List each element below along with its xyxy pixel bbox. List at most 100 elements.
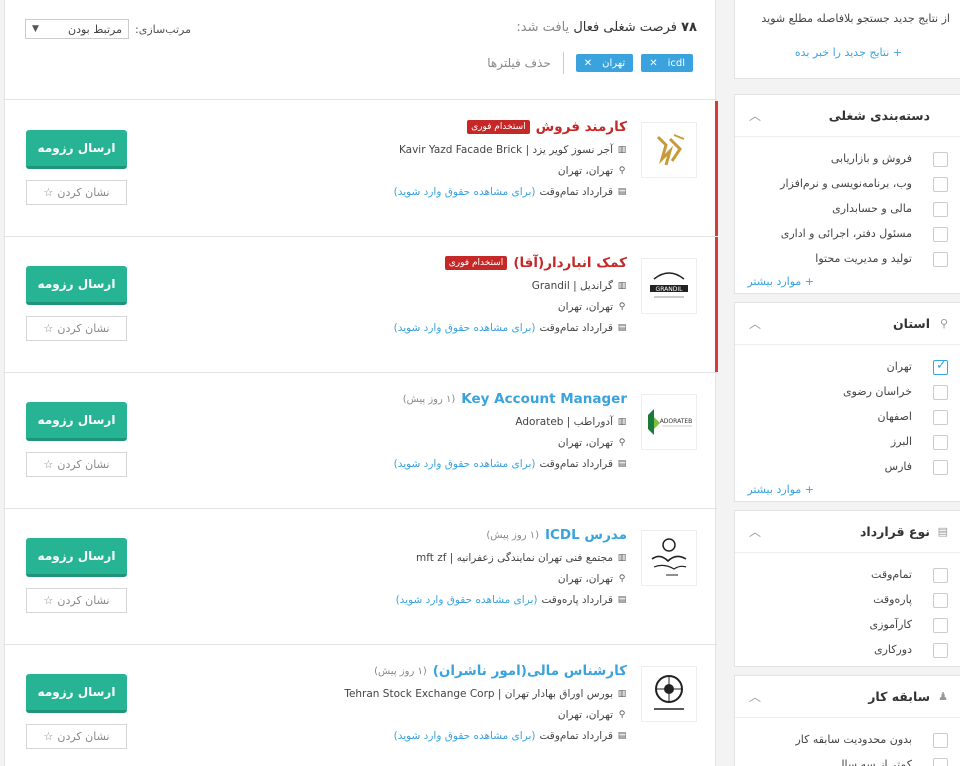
chevron-up-icon[interactable]: ︿	[749, 107, 761, 124]
user-icon: ♟	[938, 690, 948, 703]
option-label: مسئول دفتر، اجرائی و اداری	[780, 227, 912, 240]
category-option[interactable]: مالی و حسابداری	[735, 199, 960, 224]
job-card[interactable]: ADORATEB Key Account Manager (۱ روز پیش)…	[5, 373, 717, 509]
company-name[interactable]: گراندیل | Grandil	[532, 280, 613, 292]
contract-filter-header[interactable]: ▤ نوع قرارداد ︿	[735, 511, 960, 553]
bookmark-button[interactable]: نشان کردن ☆	[26, 588, 127, 613]
job-card[interactable]: کارمند فروش استخدام فوری ▥ آجر نسوز کویر …	[5, 101, 718, 237]
salary-login-link[interactable]: (برای مشاهده حقوق وارد شوید)	[394, 730, 536, 742]
checkbox[interactable]	[933, 568, 948, 583]
contract-icon: ▤	[617, 187, 627, 197]
checkbox[interactable]	[933, 227, 948, 242]
checkbox[interactable]	[933, 618, 948, 633]
company-name[interactable]: بورس اوراق بهادار تهران | Tehran Stock E…	[344, 688, 613, 700]
checkbox[interactable]	[933, 593, 948, 608]
job-title[interactable]: کارشناس مالی(امور ناشران)	[433, 663, 627, 679]
job-title[interactable]: مدرس ICDL	[545, 527, 627, 543]
province-filter-header[interactable]: ⚲ استان ︿	[735, 303, 960, 345]
company-logo[interactable]	[641, 122, 697, 178]
checkbox[interactable]	[933, 733, 948, 748]
job-alert-link[interactable]: + نتایج جدید را خبر بده	[795, 46, 902, 59]
checkbox[interactable]	[933, 410, 948, 425]
salary-login-link[interactable]: (برای مشاهده حقوق وارد شوید)	[394, 458, 536, 470]
company-name[interactable]: مجتمع فنی تهران نمایندگی زعفرانیه | mft …	[416, 552, 613, 564]
category-option[interactable]: وب، برنامه‌نویسی و نرم‌افزار	[735, 174, 960, 199]
star-icon: ☆	[43, 458, 54, 471]
contract-option[interactable]: دورکاری	[735, 640, 960, 665]
province-option[interactable]: تهران	[735, 357, 960, 382]
checkbox-checked[interactable]	[933, 358, 948, 375]
adorateb-logo-icon: ADORATEB	[648, 409, 692, 435]
checkbox[interactable]	[933, 202, 948, 217]
job-title[interactable]: کمک انباردار(آقا)	[513, 255, 627, 271]
filter-chip-icdl[interactable]: icdl ✕	[641, 54, 693, 72]
checkbox[interactable]	[933, 177, 948, 192]
option-label: البرز	[890, 435, 912, 448]
job-card[interactable]: مدرس ICDL (۱ روز پیش) ▥ مجتمع فنی تهران ن…	[5, 509, 717, 645]
close-icon[interactable]: ✕	[584, 58, 592, 69]
experience-filter-header[interactable]: ♟ سابقه کار ︿	[735, 676, 960, 718]
job-card[interactable]: GRANDIL کمک انباردار(آقا) استخدام فوری ▥…	[5, 237, 718, 373]
company-logo[interactable]: ADORATEB	[641, 394, 697, 450]
chevron-up-icon[interactable]: ︿	[749, 315, 761, 332]
job-title[interactable]: Key Account Manager	[461, 391, 627, 407]
send-resume-button[interactable]: ارسال رزومه	[26, 538, 127, 577]
contract-option[interactable]: تمام‌وقت	[735, 565, 960, 590]
company-logo[interactable]	[641, 666, 697, 722]
bookmark-button[interactable]: نشان کردن ☆	[26, 452, 127, 477]
province-more-link[interactable]: + موارد بیشتر	[735, 482, 960, 502]
company-logo[interactable]	[641, 530, 697, 586]
checkbox[interactable]	[933, 252, 948, 267]
checkbox[interactable]	[933, 643, 948, 658]
send-resume-button[interactable]: ارسال رزومه	[26, 266, 127, 305]
bookmark-button[interactable]: نشان کردن ☆	[26, 180, 127, 205]
salary-login-link[interactable]: (برای مشاهده حقوق وارد شوید)	[396, 594, 538, 606]
bookmark-button[interactable]: نشان کردن ☆	[26, 316, 127, 341]
province-option[interactable]: اصفهان	[735, 407, 960, 432]
job-location: تهران، تهران	[557, 165, 613, 177]
category-more-link[interactable]: + موارد بیشتر	[735, 274, 960, 294]
send-resume-button[interactable]: ارسال رزومه	[26, 402, 127, 441]
category-option[interactable]: فروش و بازاریابی	[735, 149, 960, 174]
checkbox[interactable]	[933, 435, 948, 450]
category-filter-header[interactable]: دسته‌بندی شغلی ︿	[735, 95, 960, 137]
checkbox[interactable]	[933, 758, 948, 766]
company-name[interactable]: آجر نسوز کویر یزد | Kavir Yazd Facade Br…	[399, 144, 613, 156]
checkbox[interactable]	[933, 385, 948, 400]
bookmark-label: نشان کردن	[57, 322, 110, 335]
checkbox[interactable]	[933, 152, 948, 167]
company-logo[interactable]: GRANDIL	[641, 258, 697, 314]
chevron-up-icon[interactable]: ︿	[749, 688, 761, 705]
category-option[interactable]: مسئول دفتر، اجرائی و اداری	[735, 224, 960, 249]
company-name[interactable]: آدوراطب | Adorateb	[515, 416, 613, 428]
mft-logo-icon	[651, 538, 687, 576]
job-location: تهران، تهران	[557, 301, 613, 313]
contract-option[interactable]: کارآموزی	[735, 615, 960, 640]
province-option[interactable]: فارس	[735, 457, 960, 482]
salary-login-link[interactable]: (برای مشاهده حقوق وارد شوید)	[394, 322, 536, 334]
salary-login-link[interactable]: (برای مشاهده حقوق وارد شوید)	[394, 186, 536, 198]
star-icon: ☆	[43, 186, 54, 199]
experience-option[interactable]: بدون محدودیت سابقه کار	[735, 730, 960, 755]
contract-type: قرارداد تمام‌وقت	[539, 186, 614, 198]
send-resume-button[interactable]: ارسال رزومه	[26, 674, 127, 713]
chevron-up-icon[interactable]: ︿	[749, 523, 761, 540]
experience-option[interactable]: کمتر از سه سال	[735, 755, 960, 766]
category-option[interactable]: تولید و مدیریت محتوا	[735, 249, 960, 274]
building-icon: ▥	[617, 417, 627, 427]
bookmark-button[interactable]: نشان کردن ☆	[26, 724, 127, 749]
clear-filters-link[interactable]: حذف فیلترها	[487, 56, 551, 70]
job-card[interactable]: کارشناس مالی(امور ناشران) (۱ روز پیش) ▥ ب…	[5, 645, 717, 766]
province-option[interactable]: البرز	[735, 432, 960, 457]
contract-option[interactable]: پاره‌وقت	[735, 590, 960, 615]
sort-label: مرتب‌سازی:	[135, 22, 192, 36]
close-icon[interactable]: ✕	[649, 58, 657, 69]
province-option[interactable]: خراسان رضوی	[735, 382, 960, 407]
filter-chip-tehran[interactable]: تهران ✕	[575, 54, 634, 72]
sort-select[interactable]: مرتبط بودن ▼	[25, 19, 129, 39]
category-filter: دسته‌بندی شغلی ︿ فروش و بازاریابی وب، بر…	[734, 94, 960, 294]
option-label: کمتر از سه سال	[836, 758, 912, 766]
checkbox[interactable]	[933, 460, 948, 475]
job-title[interactable]: کارمند فروش	[536, 119, 627, 135]
send-resume-button[interactable]: ارسال رزومه	[26, 130, 127, 169]
